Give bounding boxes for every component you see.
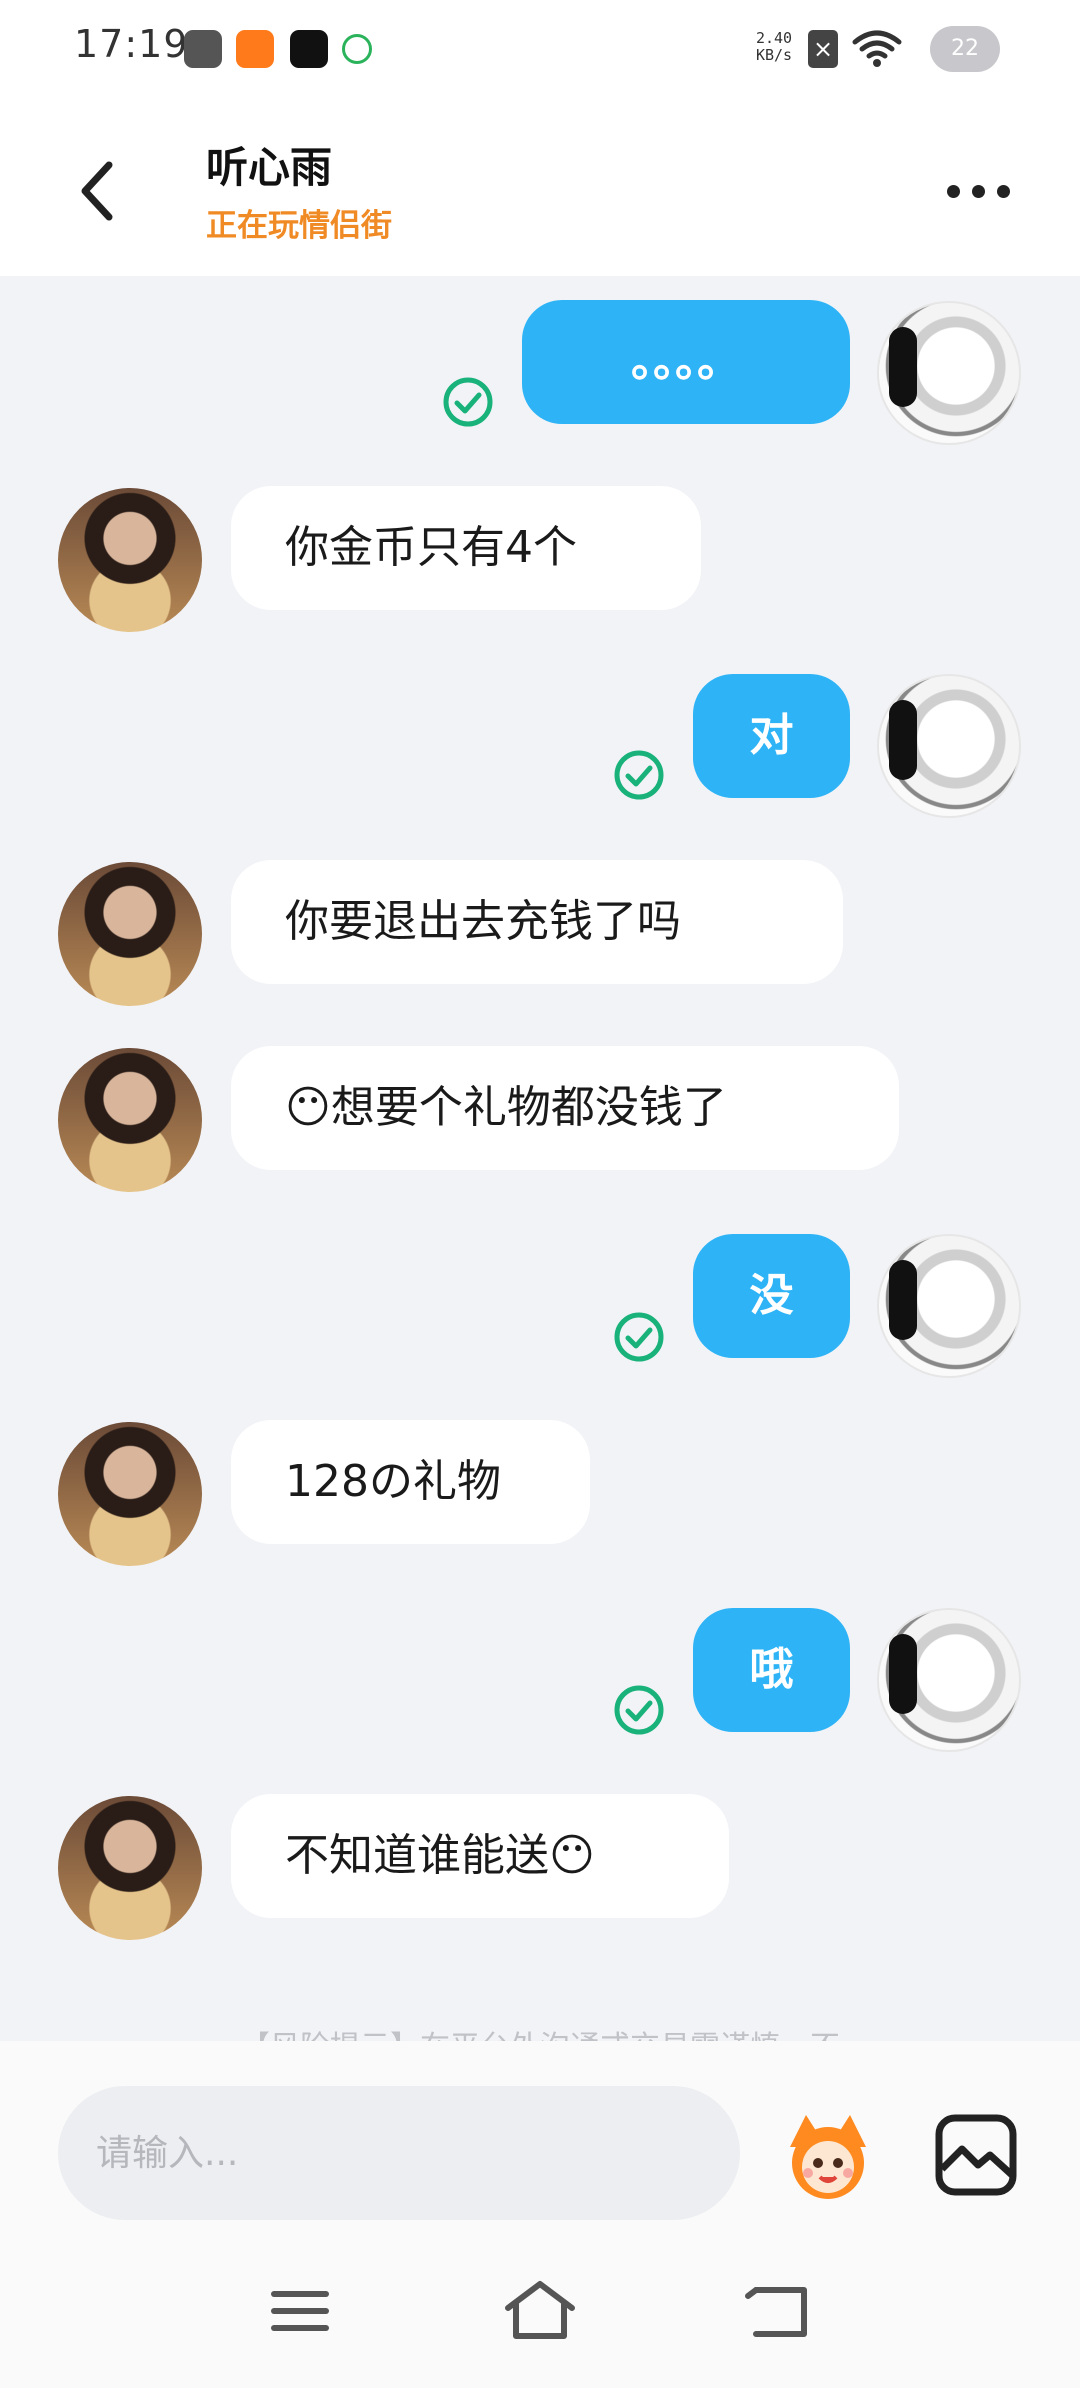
self-avatar[interactable] bbox=[877, 1608, 1021, 1752]
check-circle-icon bbox=[614, 750, 664, 800]
message-list[interactable]: 。。。。 你金币只有4个 对 你要退出去充钱了吗 😶想要个礼物都没钱了 没 12… bbox=[0, 276, 1080, 2041]
contact-name[interactable]: 听心雨 bbox=[206, 134, 332, 195]
wifi-icon bbox=[852, 30, 902, 67]
more-options-button[interactable] bbox=[930, 166, 1026, 216]
net-speed: 2.40 KB/s bbox=[752, 30, 796, 64]
net-speed-unit: KB/s bbox=[755, 46, 793, 64]
back-arrow-icon[interactable] bbox=[740, 2276, 820, 2346]
chat-header: 听心雨 正在玩情侣街 bbox=[0, 96, 1080, 276]
menu-icon[interactable] bbox=[260, 2276, 340, 2346]
input-bar bbox=[0, 2041, 1080, 2236]
message-input[interactable] bbox=[58, 2086, 740, 2220]
message-bubble-other[interactable]: 128の礼物 bbox=[231, 1420, 590, 1544]
back-button[interactable] bbox=[62, 146, 132, 236]
carrier-icon bbox=[342, 34, 372, 64]
contact-avatar[interactable] bbox=[58, 1422, 202, 1566]
image-icon[interactable] bbox=[934, 2113, 1018, 2197]
message-bubble-other[interactable]: 你金币只有4个 bbox=[231, 486, 701, 610]
message-bubble-self[interactable]: 。。。。 bbox=[522, 300, 850, 424]
contact-avatar[interactable] bbox=[58, 1796, 202, 1940]
self-avatar[interactable] bbox=[877, 674, 1021, 818]
self-avatar[interactable] bbox=[877, 1234, 1021, 1378]
home-icon[interactable] bbox=[500, 2276, 580, 2346]
sim-off-icon: × bbox=[808, 30, 838, 68]
message-bubble-other[interactable]: 你要退出去充钱了吗 bbox=[231, 860, 843, 984]
battery-indicator: 22 bbox=[930, 26, 1000, 72]
chevron-left-icon bbox=[81, 161, 113, 221]
tiktok-icon bbox=[290, 30, 328, 68]
risk-warning-text: 【风险提示】在平台外沟通或交易需谨慎，不 bbox=[120, 2022, 960, 2041]
check-circle-icon bbox=[443, 377, 493, 427]
message-bubble-self[interactable]: 对 bbox=[693, 674, 850, 798]
contact-status: 正在玩情侣街 bbox=[206, 208, 392, 244]
message-bubble-self[interactable]: 没 bbox=[693, 1234, 850, 1358]
status-bar: 17:19 2.40 KB/s × 22 bbox=[0, 0, 1080, 96]
status-time: 17:19 bbox=[74, 22, 189, 66]
emoji-mascot-icon[interactable] bbox=[780, 2107, 876, 2203]
message-bubble-other[interactable]: 😶想要个礼物都没钱了 bbox=[231, 1046, 899, 1170]
message-bubble-self[interactable]: 哦 bbox=[693, 1608, 850, 1732]
notification-app-icon bbox=[184, 30, 222, 68]
more-dots-icon bbox=[946, 184, 960, 198]
contact-avatar[interactable] bbox=[58, 862, 202, 1006]
chat-screen: 17:19 2.40 KB/s × 22 听心雨 正在玩情侣街 。。。。 你金币… bbox=[0, 0, 1080, 2388]
message-bubble-other[interactable]: 不知道谁能送😶 bbox=[231, 1794, 729, 1918]
contact-avatar[interactable] bbox=[58, 1048, 202, 1192]
check-circle-icon bbox=[614, 1685, 664, 1735]
self-avatar[interactable] bbox=[877, 301, 1021, 445]
contact-avatar[interactable] bbox=[58, 488, 202, 632]
notification-app-icon bbox=[236, 30, 274, 68]
check-circle-icon bbox=[614, 1312, 664, 1362]
system-nav-bar bbox=[0, 2236, 1080, 2388]
net-speed-value: 2.40 bbox=[755, 29, 793, 47]
